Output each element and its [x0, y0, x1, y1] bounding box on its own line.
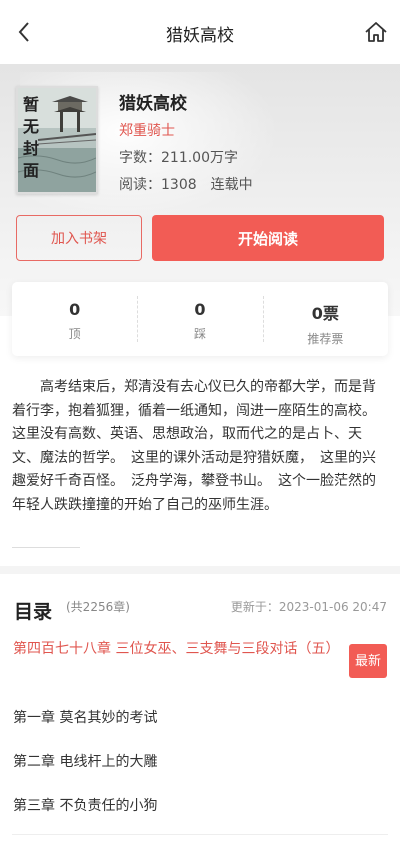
book-cover[interactable]: 暂 无 封 面 [16, 86, 98, 194]
latest-chapter-link[interactable]: 第四百七十八章 三位女巫、三支舞与三段对话（五） [13, 638, 341, 661]
book-author[interactable]: 郑重骑士 [119, 120, 175, 140]
cover-char-4: 面 [23, 161, 39, 180]
cover-char-2: 无 [22, 117, 39, 136]
book-info-panel: 暂 无 封 面 猎妖高校 郑重骑士 字数：211.00万字 阅读：1308 连载中… [0, 64, 400, 316]
toc-heading: 目录 [14, 601, 53, 623]
word-count: 字数：211.00万字 [119, 150, 238, 166]
book-stats: 0 顶 0 踩 0票 推荐票 [12, 282, 388, 356]
latest-badge: 最新 [349, 644, 387, 678]
stat-label: 顶 [68, 327, 81, 341]
home-button[interactable] [362, 18, 390, 46]
home-icon [365, 22, 387, 42]
top-bar: 猎妖高校 [0, 0, 400, 64]
chapter-item[interactable]: 第二章 电线杆上的大雕 [13, 751, 157, 771]
chapter-count: (共2256章) [66, 600, 130, 614]
intro-divider [12, 547, 80, 548]
book-title: 猎妖高校 [119, 94, 187, 114]
book-intro: 高考结束后，郑清没有去心仪已久的帝都大学，而是背着行李，抱着狐狸，循着一纸通知，… [12, 379, 383, 513]
stat-label: 踩 [193, 327, 206, 341]
page-title: 猎妖高校 [166, 26, 234, 46]
stat-upvote[interactable]: 0 顶 [12, 282, 137, 356]
stat-downvote[interactable]: 0 踩 [137, 282, 262, 356]
stat-value: 0 [194, 300, 206, 319]
cover-char-1: 暂 [23, 95, 39, 114]
read-count: 阅读：1308 [119, 177, 197, 193]
add-to-shelf-button[interactable]: 加入书架 [16, 215, 142, 261]
stat-value: 0票 [311, 304, 339, 323]
list-divider [12, 834, 388, 835]
cover-image: 暂 无 封 面 [18, 88, 96, 192]
chapter-item[interactable]: 第三章 不负责任的小狗 [13, 795, 157, 815]
cover-char-3: 封 [23, 139, 39, 158]
chapter-item[interactable]: 第一章 莫名其妙的考试 [13, 707, 157, 727]
stat-value: 0 [69, 300, 81, 319]
serial-status: 连载中 [210, 177, 253, 193]
read-count-row: 阅读：1308 连载中 [119, 174, 253, 194]
stat-recommend[interactable]: 0票 推荐票 [262, 282, 388, 356]
section-divider [0, 566, 400, 574]
start-reading-button[interactable]: 开始阅读 [152, 215, 384, 261]
last-updated: 更新于：2023-01-06 20:47 [230, 600, 387, 614]
stat-label: 推荐票 [307, 332, 344, 346]
